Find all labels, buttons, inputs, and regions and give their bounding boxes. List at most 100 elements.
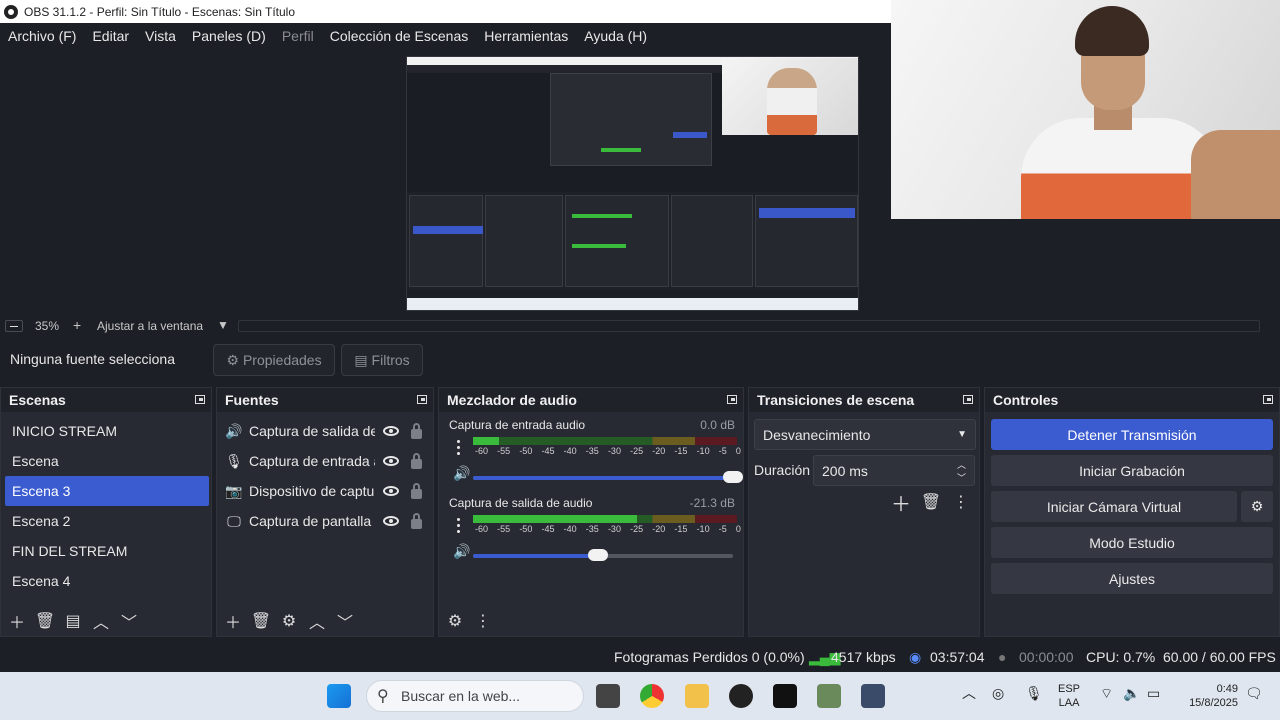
undock-icon[interactable] xyxy=(195,395,205,404)
windows-start-icon[interactable] xyxy=(327,684,351,708)
eye-icon[interactable] xyxy=(383,486,399,496)
undock-icon[interactable] xyxy=(963,395,973,404)
scene-item[interactable]: Escena xyxy=(5,446,209,476)
chevron-up-icon[interactable]: ︿ xyxy=(91,611,111,632)
settings-button[interactable]: Ajustes xyxy=(991,563,1273,594)
kebab-menu-icon[interactable] xyxy=(457,518,461,533)
menu-vista[interactable]: Vista xyxy=(137,28,184,44)
zoom-in-button[interactable]: + xyxy=(73,317,81,333)
obs-taskbar-icon[interactable] xyxy=(729,684,753,708)
zoom-out-button[interactable] xyxy=(5,320,23,332)
gear-icon[interactable]: ⚙ xyxy=(279,611,299,631)
transition-select[interactable]: Desvanecimiento ▼ xyxy=(754,419,976,450)
undock-icon[interactable] xyxy=(417,395,427,404)
eye-icon[interactable] xyxy=(383,516,399,526)
add-icon[interactable]: ＋ xyxy=(7,611,27,632)
spin-down-icon[interactable]: ﹀ xyxy=(957,471,966,484)
speaker-icon[interactable]: 🔊 xyxy=(453,543,470,560)
advanced-audio-gear-icon[interactable]: ⚙ xyxy=(445,611,465,631)
menu-perfil[interactable]: Perfil xyxy=(274,28,322,44)
language-indicator[interactable]: ESP LAA xyxy=(1058,682,1080,710)
lock-icon[interactable] xyxy=(411,513,422,529)
undock-icon[interactable] xyxy=(727,395,737,404)
trash-icon[interactable]: 🗑 xyxy=(921,492,941,512)
scene-list: INICIO STREAM Escena Escena 3 Escena 2 F… xyxy=(5,416,209,596)
menu-editar[interactable]: Editar xyxy=(84,28,137,44)
undock-icon[interactable] xyxy=(1263,395,1273,404)
app-icon[interactable] xyxy=(817,684,841,708)
preview-screen-capture xyxy=(406,56,859,311)
microphone-icon[interactable]: 🎙 xyxy=(1025,686,1043,700)
trash-icon[interactable]: 🗑 xyxy=(251,611,271,631)
add-icon[interactable]: ＋ xyxy=(223,611,243,632)
kebab-menu-icon[interactable]: ⋮ xyxy=(951,492,971,512)
chevron-down-icon[interactable]: ﹀ xyxy=(335,611,355,632)
speaker-icon[interactable]: 🔊 xyxy=(453,465,470,482)
menu-archivo[interactable]: Archivo (F) xyxy=(0,28,84,44)
chevron-down-icon[interactable]: ﹀ xyxy=(119,611,139,632)
kebab-menu-icon[interactable] xyxy=(457,440,461,455)
source-item[interactable]: 🖵 Captura de pantalla xyxy=(225,506,429,536)
scene-item-selected[interactable]: Escena 3 xyxy=(5,476,209,506)
spin-up-icon[interactable]: ︿ xyxy=(957,458,966,471)
tray-app-icon[interactable]: ◎ xyxy=(992,686,1004,700)
duration-label: Duración xyxy=(754,462,811,478)
wifi-icon[interactable]: ⌔ xyxy=(1100,686,1113,700)
scene-item[interactable]: Escena 4 xyxy=(5,566,209,596)
taskbar-search[interactable]: ⚲ Buscar en la web... xyxy=(366,680,584,712)
source-toolbar: Ninguna fuente selecciona ⚙ Propiedades … xyxy=(0,340,1280,380)
channel-name: Captura de entrada audio xyxy=(449,418,586,432)
window-title: OBS 31.1.2 - Perfil: Sin Título - Escena… xyxy=(24,4,296,19)
volume-icon[interactable]: 🔈 xyxy=(1123,686,1140,700)
scene-item[interactable]: INICIO STREAM xyxy=(5,416,209,446)
battery-icon[interactable]: ▭ xyxy=(1147,686,1160,700)
volume-slider[interactable] xyxy=(473,549,733,561)
scene-item[interactable]: Escena 2 xyxy=(5,506,209,536)
duration-spinbox[interactable]: 200 ms ︿ ﹀ xyxy=(813,455,975,486)
channel-db: -21.3 dB xyxy=(689,496,735,510)
zoom-dropdown-icon[interactable]: ▼ xyxy=(217,318,229,332)
lock-icon[interactable] xyxy=(411,483,422,499)
menu-herramientas[interactable]: Herramientas xyxy=(476,28,576,44)
virtual-camera-settings-button[interactable]: ⚙ xyxy=(1241,491,1273,522)
lock-icon[interactable] xyxy=(411,423,422,439)
stream-live-icon: ◉ xyxy=(909,649,922,665)
cpu-usage: CPU: 0.7% xyxy=(1086,649,1156,665)
mixer-title-label: Mezclador de audio xyxy=(447,392,577,408)
source-item[interactable]: 📷 Dispositivo de captur xyxy=(225,476,429,506)
monitor-icon: 🖵 xyxy=(227,512,241,529)
clock[interactable]: 0:49 15/8/2025 xyxy=(1178,682,1238,710)
menu-paneles[interactable]: Paneles (D) xyxy=(184,28,274,44)
filters-button[interactable]: ▤ Filtros xyxy=(341,344,423,376)
zoom-scrollbar[interactable] xyxy=(238,320,1260,332)
mixer-channel: Captura de entrada audio 0.0 dB -60 -55 -5… xyxy=(443,418,743,492)
scene-item[interactable]: FIN DEL STREAM xyxy=(5,536,209,566)
source-item[interactable]: 🔊 Captura de salida de xyxy=(225,416,429,446)
lock-icon[interactable] xyxy=(411,453,422,469)
menu-ayuda[interactable]: Ayuda (H) xyxy=(576,28,655,44)
studio-mode-button[interactable]: Modo Estudio xyxy=(991,527,1273,558)
eye-icon[interactable] xyxy=(383,426,399,436)
task-view-icon[interactable] xyxy=(596,684,620,708)
start-virtual-camera-button[interactable]: Iniciar Cámara Virtual xyxy=(991,491,1237,522)
kebab-menu-icon[interactable]: ⋮ xyxy=(473,611,493,631)
trash-icon[interactable]: 🗑 xyxy=(35,611,55,631)
bitrate: 4517 kbps xyxy=(831,649,896,665)
volume-slider[interactable] xyxy=(473,471,743,483)
add-icon[interactable]: ＋ xyxy=(891,492,911,516)
chrome-icon[interactable] xyxy=(640,684,664,708)
stop-streaming-button[interactable]: Detener Transmisión xyxy=(991,419,1273,450)
source-item[interactable]: 🎙 Captura de entrada a xyxy=(225,446,429,476)
start-recording-button[interactable]: Iniciar Grabación xyxy=(991,455,1273,486)
chevron-up-icon[interactable]: ︿ xyxy=(307,611,327,632)
sources-dock-title: Fuentes xyxy=(217,388,433,412)
file-explorer-icon[interactable] xyxy=(685,684,709,708)
app-icon[interactable] xyxy=(861,684,885,708)
filter-icon[interactable]: ▤ xyxy=(63,611,83,631)
eye-icon[interactable] xyxy=(383,456,399,466)
chevron-up-icon[interactable]: ︿ xyxy=(962,686,976,700)
capcut-icon[interactable] xyxy=(773,684,797,708)
notifications-icon[interactable]: 🗨 xyxy=(1245,686,1263,700)
properties-button[interactable]: ⚙ Propiedades xyxy=(213,344,335,376)
menu-coleccion-escenas[interactable]: Colección de Escenas xyxy=(322,28,477,44)
